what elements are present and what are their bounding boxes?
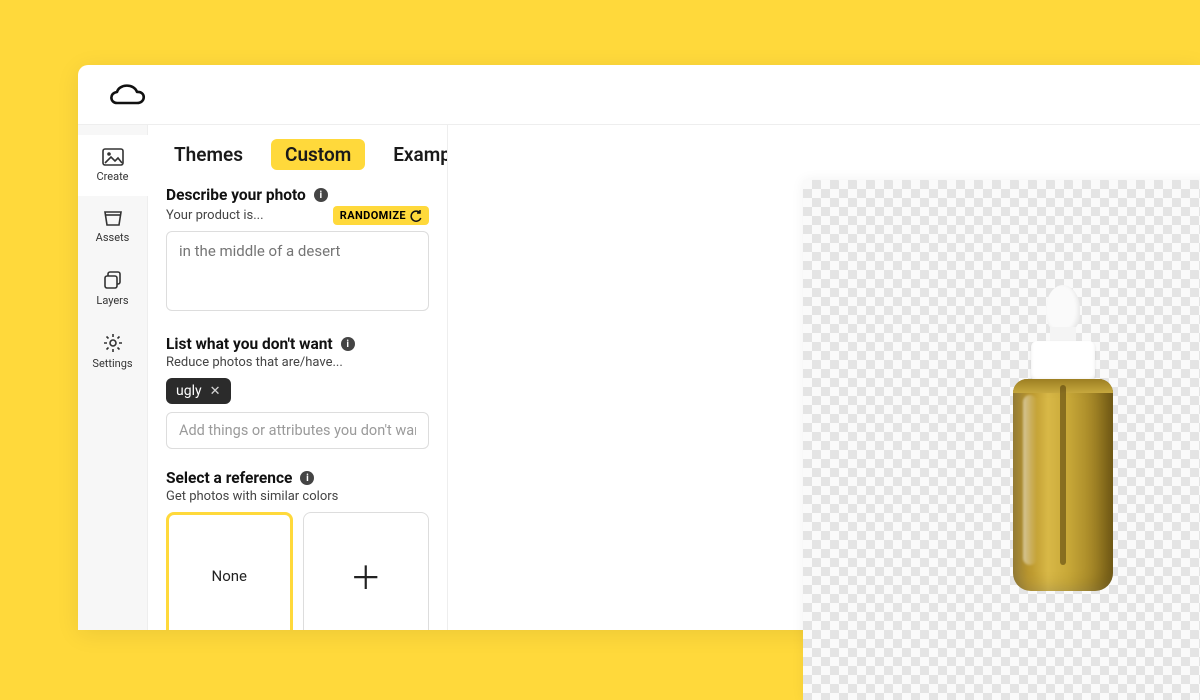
reference-grid: None ＋	[166, 512, 429, 630]
reference-none-label: None	[212, 567, 248, 585]
sidebar-item-label: Layers	[96, 294, 128, 307]
product-image[interactable]	[1003, 285, 1123, 595]
randomize-label: RANDOMIZE	[340, 209, 406, 222]
negative-input[interactable]	[166, 412, 429, 449]
topbar	[78, 65, 1200, 125]
chip-label: ugly	[176, 383, 202, 399]
sidebar-item-assets[interactable]: Assets	[78, 196, 148, 257]
describe-title: Describe your photo i	[166, 186, 429, 204]
reference-add[interactable]: ＋	[303, 512, 429, 630]
sidebar-item-create[interactable]: Create	[78, 135, 148, 196]
reference-title-text: Select a reference	[166, 469, 292, 487]
plus-icon: ＋	[350, 553, 382, 599]
sidebar-item-label: Create	[96, 170, 128, 183]
negative-chip[interactable]: ugly ✕	[166, 378, 231, 404]
image-icon	[102, 148, 124, 166]
sidebar-item-label: Settings	[92, 357, 132, 370]
app-body: Create Assets Layers	[78, 125, 1200, 630]
layers-icon	[103, 270, 123, 290]
sidebar-item-settings[interactable]: Settings	[78, 320, 148, 383]
control-panel: Themes Custom Examples Describe your pho…	[148, 125, 448, 630]
cloud-icon	[106, 81, 148, 109]
refresh-icon	[410, 210, 422, 222]
negative-title-text: List what you don't want	[166, 335, 333, 353]
info-icon[interactable]: i	[300, 471, 314, 485]
info-icon[interactable]: i	[341, 337, 355, 351]
reference-none[interactable]: None	[166, 512, 293, 630]
app-logo	[106, 81, 148, 109]
bin-icon	[102, 209, 124, 227]
tab-examples[interactable]: Examples	[385, 139, 448, 170]
close-icon[interactable]: ✕	[210, 384, 221, 399]
gear-icon	[103, 333, 123, 353]
reference-hint: Get photos with similar colors	[166, 489, 429, 504]
negative-chips: ugly ✕	[166, 378, 429, 404]
tab-themes[interactable]: Themes	[166, 139, 251, 170]
app-window: Create Assets Layers	[78, 65, 1200, 630]
sidebar-item-layers[interactable]: Layers	[78, 257, 148, 320]
negative-hint: Reduce photos that are/have...	[166, 355, 429, 370]
tab-custom[interactable]: Custom	[271, 139, 365, 170]
tabs: Themes Custom Examples	[166, 139, 429, 170]
reference-title: Select a reference i	[166, 469, 429, 487]
randomize-button[interactable]: RANDOMIZE	[333, 206, 429, 225]
canvas-area	[448, 125, 1200, 630]
sidebar-item-label: Assets	[96, 231, 130, 244]
describe-input[interactable]	[166, 231, 429, 311]
describe-title-text: Describe your photo	[166, 186, 306, 204]
sidebar: Create Assets Layers	[78, 125, 148, 630]
info-icon[interactable]: i	[314, 188, 328, 202]
describe-hint: Your product is...	[166, 208, 264, 223]
negative-title: List what you don't want i	[166, 335, 429, 353]
product-canvas[interactable]	[803, 180, 1200, 700]
